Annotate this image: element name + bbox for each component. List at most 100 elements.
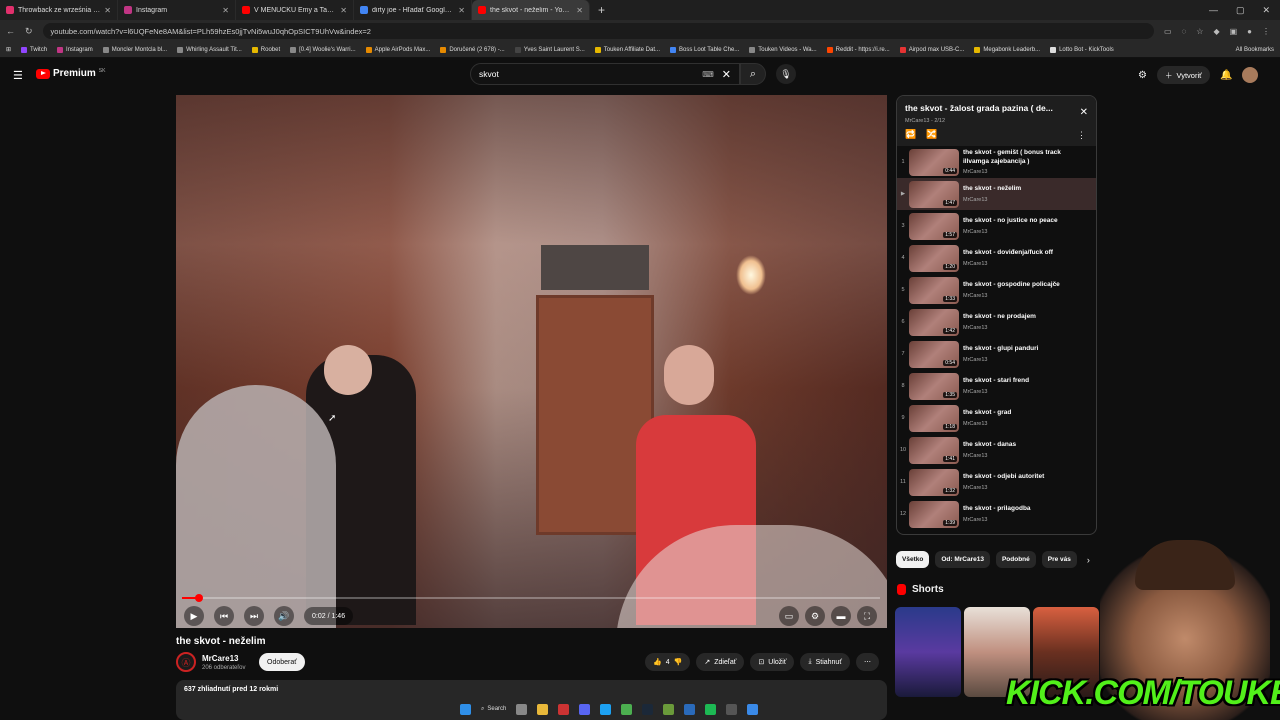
next-button[interactable]: ⏭ (244, 606, 264, 626)
file-explorer-icon[interactable] (537, 703, 549, 715)
task-view-icon[interactable] (516, 703, 528, 715)
filter-chip[interactable]: Pre vás (1041, 551, 1077, 568)
playlist-item[interactable]: 5 1:33 the skvot - gospodine policajče MrCa… (897, 274, 1096, 306)
account-avatar[interactable] (1242, 67, 1259, 83)
fullscreen-button[interactable]: ⛶ (857, 606, 877, 626)
eye-off-icon[interactable]: ◌ (1182, 27, 1187, 36)
subscribe-button[interactable]: Odoberať (259, 653, 305, 671)
bookmark-item[interactable]: Moncler Montcla bl... (102, 46, 167, 53)
browser-tab[interactable]: dirty joe - Hľadať Googlom ✕ (354, 0, 472, 20)
cast-icon[interactable]: ▭ (1164, 27, 1172, 36)
playlist-item[interactable]: 9 1:18 the skvot - grad MrCare13 (897, 402, 1096, 434)
voice-search-button[interactable]: 🎙 (776, 64, 796, 84)
browser-tab[interactable]: V MENÚČKU Emy a Tary padlo ✕ (236, 0, 354, 20)
playlist-item[interactable]: ▶ 1:47 the skvot - neželim MrCare13 (897, 178, 1096, 210)
close-playlist-icon[interactable]: ✕ (1080, 107, 1088, 118)
hamburger-menu-icon[interactable]: ☰ (13, 69, 23, 82)
playlist-item[interactable]: 12 1:39 the skvot - prilagodba MrCare13 (897, 498, 1096, 530)
edge-icon[interactable] (600, 703, 612, 715)
bookmark-item[interactable]: Apple AirPods Max... (365, 46, 430, 53)
all-bookmarks-folder[interactable]: All Bookmarks (1236, 47, 1274, 53)
extension-icon[interactable]: ◆ (1213, 27, 1219, 36)
playlist-item[interactable]: 10 1:41 the skvot - danas MrCare13 (897, 434, 1096, 466)
bookmark-item[interactable]: Yves Saint Laurent S... (514, 46, 585, 53)
download-button[interactable]: ⤓ Stiahnuť (800, 653, 850, 671)
clear-search-icon[interactable]: ✕ (722, 68, 731, 81)
playlist-title[interactable]: the skvot - žalost grada pazina ( de... (905, 103, 1075, 113)
filter-chip[interactable]: Od: MrCare13 (935, 551, 990, 568)
reload-icon[interactable]: ↻ (25, 26, 33, 37)
short-thumbnail[interactable] (895, 607, 961, 697)
play-button[interactable]: ▶ (184, 606, 204, 626)
app-icon[interactable] (684, 703, 696, 715)
keyboard-icon[interactable]: ⌨ (702, 70, 714, 79)
playlist-item[interactable]: 3 1:57 the skvot - no justice no peace MrCa… (897, 210, 1096, 242)
bookmark-item[interactable]: Airpod max USB-C... (899, 46, 964, 53)
profile-icon[interactable]: ● (1247, 27, 1252, 36)
kebab-menu-icon[interactable]: ⋮ (1262, 27, 1270, 36)
chevron-right-icon[interactable]: › (1087, 555, 1090, 565)
close-tab-icon[interactable]: ✕ (222, 6, 229, 15)
apps-grid-icon[interactable]: ⊞ (6, 46, 11, 53)
browser-tab[interactable]: the skvot - neželim - YouTube ✕ (472, 0, 590, 20)
app-icon[interactable] (726, 703, 738, 715)
loop-icon[interactable]: 🔁 (905, 129, 916, 140)
more-actions-button[interactable]: ⋯ (855, 653, 879, 671)
windows-start-icon[interactable] (460, 703, 471, 715)
bookmark-item[interactable]: [0.4] Woolie's Warri... (290, 46, 356, 53)
bookmark-item[interactable]: Doručené (2 678) -... (440, 46, 505, 53)
bookmark-item[interactable]: Reddit - https://i.re... (826, 46, 890, 53)
back-icon[interactable]: ← (6, 26, 15, 36)
bookmark-item[interactable]: Whirling Assault Tit... (177, 46, 242, 53)
steam-icon[interactable] (642, 703, 654, 715)
share-button[interactable]: ↗ Zdieľať (696, 653, 745, 671)
channel-avatar[interactable]: Ⓐ (176, 652, 196, 672)
minimize-icon[interactable]: — (1209, 5, 1218, 16)
youtube-premium-logo[interactable]: Premium SK (36, 68, 105, 79)
close-tab-icon[interactable]: ✕ (458, 6, 465, 15)
like-button[interactable]: 👍 4 👎 (645, 653, 691, 671)
search-button[interactable]: ⌕ (740, 63, 766, 85)
filter-chip[interactable]: Všetko (896, 551, 930, 568)
shuffle-icon[interactable]: 🔀 (926, 129, 937, 140)
discord-icon[interactable] (579, 703, 591, 715)
settings-button[interactable]: ⚙ (805, 606, 825, 626)
browser-tab[interactable]: Instagram ✕ (118, 0, 236, 20)
playlist-item[interactable]: 11 1:32 the skvot - odjebi autoritet MrCare… (897, 466, 1096, 498)
volume-button[interactable]: 🔊 (274, 606, 294, 626)
taskbar-search[interactable]: ⌕ Search (481, 706, 506, 713)
maximize-icon[interactable]: ▢ (1236, 5, 1245, 16)
close-tab-icon[interactable]: ✕ (576, 6, 583, 15)
app-icon[interactable] (747, 703, 759, 715)
playlist-item[interactable]: 4 1:20 the skvot - doviđenja/fuck off MrCar… (897, 242, 1096, 274)
url-field[interactable]: youtube.com/watch?v=l6UQFeNe8AM&list=PLh… (42, 23, 1154, 39)
channel-name[interactable]: MrCare13 (202, 654, 238, 663)
playlist-item[interactable]: 8 1:35 the skvot - stari frend MrCare13 (897, 370, 1096, 402)
extension-gear-icon[interactable]: ⚙ (1138, 70, 1147, 81)
theater-mode-button[interactable]: ▬ (831, 606, 851, 626)
subtitles-button[interactable]: ▭ (779, 606, 799, 626)
bookmark-item[interactable]: Megabonk Leaderb... (974, 46, 1040, 53)
app-icon[interactable] (558, 703, 570, 715)
playlist-item[interactable]: 7 0:54 the skvot - glupi panduri MrCare13 (897, 338, 1096, 370)
thumbs-down-icon[interactable]: 👎 (674, 658, 683, 666)
close-tab-icon[interactable]: ✕ (104, 6, 111, 15)
spotify-icon[interactable] (705, 703, 717, 715)
playlist-item[interactable]: 6 1:42 the skvot - ne prodajem MrCare13 (897, 306, 1096, 338)
search-input[interactable]: skvot ⌨ ✕ (470, 63, 740, 85)
bookmark-item[interactable]: Touken Affiliate Dat... (594, 46, 660, 53)
bookmark-item[interactable]: Roobet (251, 46, 280, 53)
star-icon[interactable]: ☆ (1196, 27, 1203, 36)
new-tab-icon[interactable]: + (590, 3, 613, 17)
playlist-more-icon[interactable]: ⋮ (1077, 130, 1086, 141)
chrome-icon[interactable] (621, 703, 633, 715)
filter-chip[interactable]: Podobné (995, 551, 1036, 568)
save-button[interactable]: ⊡ Uložiť (750, 653, 795, 671)
create-button[interactable]: ＋ Vytvoriť (1156, 66, 1210, 84)
playlist-item[interactable]: 1 0:44 the skvot - gemišt ( bonus track il… (897, 146, 1096, 178)
bookmark-item[interactable]: Boss Loot Table Che... (670, 46, 739, 53)
puzzle-icon[interactable]: ▣ (1230, 27, 1238, 36)
video-player[interactable]: ▶ ⏮ ⏭ 🔊 0:02 / 1:46 ▭ ⚙ ▬ ⛶ (176, 95, 887, 628)
bookmark-item[interactable]: Twitch (21, 46, 47, 53)
previous-button[interactable]: ⏮ (214, 606, 234, 626)
